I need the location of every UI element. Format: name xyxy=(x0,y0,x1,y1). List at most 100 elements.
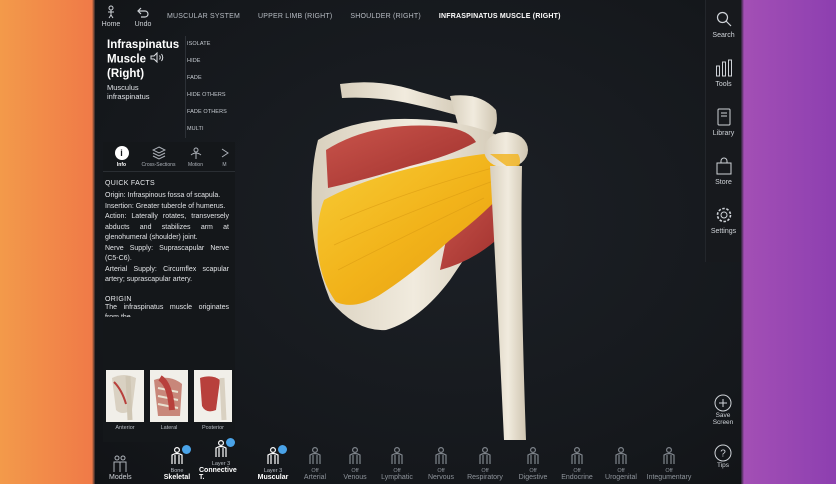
view-posterior[interactable]: Posterior xyxy=(191,370,235,436)
motion-icon xyxy=(189,146,203,160)
settings-button[interactable]: Settings xyxy=(706,196,741,245)
gear-icon xyxy=(716,207,731,223)
system-label: Endocrine xyxy=(561,474,593,481)
system-toggle-respiratory[interactable]: Off Respiratory xyxy=(463,446,507,481)
system-label: Nervous xyxy=(427,474,455,481)
shoulder-model[interactable] xyxy=(300,70,560,450)
system-toggle-digestive[interactable]: Off Digestive xyxy=(511,446,555,481)
system-figure xyxy=(613,446,629,468)
system-label: Connective T. xyxy=(199,467,237,481)
info-tabs: i Info Cross-Sections Motion M xyxy=(103,142,235,172)
home-icon xyxy=(108,5,114,18)
breadcrumb-item[interactable]: MUSCULAR SYSTEM xyxy=(167,13,240,20)
store-button[interactable]: Store xyxy=(706,147,741,196)
system-toggle-urogenital[interactable]: Off Urogenital xyxy=(599,446,643,481)
system-label: Venous xyxy=(343,474,367,481)
body-figure-icon xyxy=(309,446,321,464)
tab-more[interactable]: M xyxy=(214,142,235,171)
system-figure xyxy=(661,446,677,468)
breadcrumb-current: INFRASPINATUS MUSCLE (RIGHT) xyxy=(438,12,561,20)
origin-heading: ORIGIN xyxy=(105,295,132,303)
save-screen-label-1: Save xyxy=(715,412,731,419)
top-bar: Home Undo MUSCULAR SYSTEM UPPER LIMB (RI… xyxy=(95,0,705,32)
plus-circle-icon xyxy=(714,394,732,412)
tab-motion[interactable]: Motion xyxy=(177,142,214,171)
info-content: QUICK FACTS Origin: Infraspinous fossa o… xyxy=(103,172,231,317)
system-toggle-venous[interactable]: Off Venous xyxy=(333,446,377,481)
hide-others-button[interactable]: HIDE OTHERS xyxy=(187,87,237,104)
body-figure-icon xyxy=(615,446,627,464)
system-toggle-lymphatic[interactable]: Off Lymphatic xyxy=(375,446,419,481)
structure-title-block: Infraspinatus Muscle (Right) Musculus in… xyxy=(107,38,187,101)
fade-others-button[interactable]: FADE OTHERS xyxy=(187,104,237,121)
models-icon xyxy=(113,455,127,472)
system-figure xyxy=(525,446,541,468)
structure-title-text: Muscle xyxy=(107,53,146,66)
system-figure xyxy=(307,446,323,468)
system-toggle-connective-t[interactable]: Layer 3 Connective T. xyxy=(199,438,243,481)
fade-button[interactable]: FADE xyxy=(187,70,237,87)
models-button[interactable]: Models xyxy=(109,455,132,481)
tools-button[interactable]: Tools xyxy=(706,49,741,98)
home-button[interactable]: Home xyxy=(95,0,127,32)
posterior-view-image xyxy=(194,370,232,422)
search-button[interactable]: Search xyxy=(706,0,741,49)
structure-title-line: Infraspinatus xyxy=(107,39,180,51)
library-button[interactable]: Library xyxy=(706,98,741,147)
body-figure-icon xyxy=(435,446,447,464)
system-toggle-skeletal[interactable]: Bone Skeletal xyxy=(155,445,199,481)
structure-actions: ISOLATE HIDE FADE HIDE OTHERS FADE OTHER… xyxy=(187,36,237,149)
system-toggle-endocrine[interactable]: Off Endocrine xyxy=(555,446,599,481)
systems-bar: Models Bone Skeletal Layer 3 Connective T. L… xyxy=(95,438,741,484)
view-label: Anterior xyxy=(115,425,135,431)
view-thumbnails: Anterior Lateral Posterior xyxy=(103,370,235,436)
anterior-view-image xyxy=(106,370,144,422)
system-label: Lymphatic xyxy=(381,474,413,481)
system-figure xyxy=(477,446,493,468)
info-icon: i xyxy=(114,145,129,160)
view-lateral[interactable]: Lateral xyxy=(147,370,191,436)
undo-icon xyxy=(137,7,149,18)
layers-icon xyxy=(151,145,166,160)
fact-action: Action: Laterally rotates, transversely … xyxy=(105,213,229,241)
breadcrumb-item[interactable]: SHOULDER (RIGHT) xyxy=(350,13,420,20)
origin-text: The infraspinatus muscle originates from… xyxy=(105,303,229,317)
tab-label: Motion xyxy=(187,161,203,168)
system-toggle-muscular[interactable]: Layer 3 Muscular xyxy=(251,445,295,481)
fact-arterial: Arterial Supply: Circumflex scapular art… xyxy=(105,265,229,284)
body-figure-icon xyxy=(571,446,583,464)
save-screen-button[interactable]: Save Screen xyxy=(709,394,737,426)
system-label: Muscular xyxy=(257,474,289,481)
system-toggle-nervous[interactable]: Off Nervous xyxy=(419,446,463,481)
breadcrumb-item[interactable]: UPPER LIMB (RIGHT) xyxy=(258,13,332,20)
quick-facts-heading: QUICK FACTS xyxy=(105,180,155,187)
view-label: Lateral xyxy=(160,425,178,431)
system-figure xyxy=(433,446,449,468)
system-label: Skeletal xyxy=(163,474,191,481)
system-toggle-arterial[interactable]: Off Arterial xyxy=(293,446,337,481)
speaker-icon[interactable] xyxy=(150,51,166,67)
home-label: Home xyxy=(101,20,121,28)
tab-info[interactable]: i Info xyxy=(103,142,140,171)
system-label: Integumentary xyxy=(646,474,692,481)
right-toolbar: Search Tools Library Store Settings xyxy=(705,0,741,262)
layer-badge xyxy=(278,445,287,454)
body-figure-icon xyxy=(391,446,403,464)
hide-button[interactable]: HIDE xyxy=(187,53,237,70)
fact-nerve: Nerve Supply: Suprascapular Nerve (C5-C6… xyxy=(105,244,229,263)
view-anterior[interactable]: Anterior xyxy=(103,370,147,436)
body-figure-icon xyxy=(527,446,539,464)
fact-origin: Origin: Infraspinous fossa of scapula. xyxy=(105,192,221,199)
tab-cross-sections[interactable]: Cross-Sections xyxy=(140,142,177,171)
models-label: Models xyxy=(109,474,132,481)
structure-title: Infraspinatus Muscle (Right) xyxy=(107,38,187,81)
multi-selection-button[interactable]: MULTI SELECTION xyxy=(187,121,237,149)
system-toggle-integumentary[interactable]: Off Integumentary xyxy=(646,446,692,481)
undo-button[interactable]: Undo xyxy=(127,0,159,32)
tools-icon xyxy=(715,59,732,77)
isolate-button[interactable]: ISOLATE xyxy=(187,36,237,53)
system-figure xyxy=(389,446,405,468)
layer-badge xyxy=(182,445,191,454)
body-figure-icon xyxy=(349,446,361,464)
system-label: Respiratory xyxy=(467,474,503,481)
